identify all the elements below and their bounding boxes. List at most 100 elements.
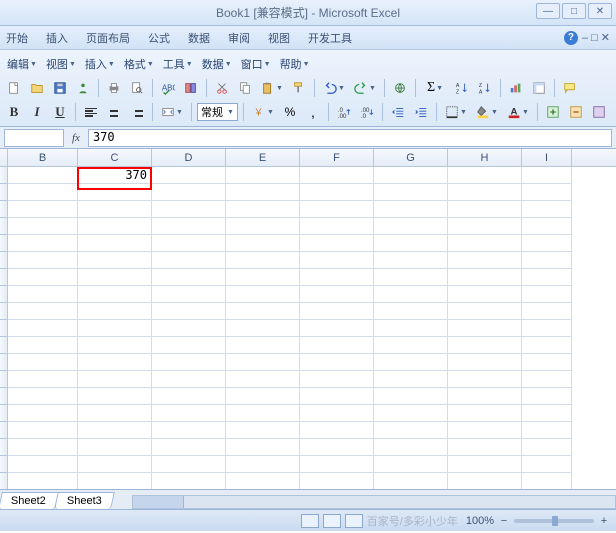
cell[interactable] <box>78 371 152 388</box>
cell[interactable] <box>78 337 152 354</box>
menu-edit[interactable]: 编辑▼ <box>4 56 40 72</box>
cell[interactable] <box>448 218 522 235</box>
font-color-icon[interactable]: A▼ <box>504 102 532 122</box>
minimize-button[interactable]: — <box>536 3 560 19</box>
cell[interactable] <box>300 235 374 252</box>
cell[interactable] <box>522 371 572 388</box>
cell[interactable] <box>374 218 448 235</box>
hyperlink-icon[interactable] <box>390 78 410 98</box>
cell[interactable] <box>522 439 572 456</box>
cell[interactable] <box>300 456 374 473</box>
cell[interactable] <box>522 286 572 303</box>
cell[interactable] <box>522 201 572 218</box>
spell-icon[interactable]: ABC <box>158 78 178 98</box>
comments-icon[interactable] <box>560 78 580 98</box>
cell[interactable] <box>78 184 152 201</box>
cell[interactable] <box>152 303 226 320</box>
cell[interactable] <box>152 456 226 473</box>
cell[interactable] <box>522 473 572 489</box>
cell[interactable] <box>8 235 78 252</box>
indent-inc-icon[interactable] <box>411 102 431 122</box>
cut-icon[interactable] <box>212 78 232 98</box>
indent-dec-icon[interactable] <box>388 102 408 122</box>
cell[interactable] <box>78 473 152 489</box>
tab-data[interactable]: 数据 <box>188 30 210 46</box>
cell[interactable] <box>374 473 448 489</box>
col-header-B[interactable]: B <box>8 149 78 166</box>
cell[interactable] <box>374 439 448 456</box>
tab-developer[interactable]: 开发工具 <box>308 30 352 46</box>
cell[interactable] <box>300 422 374 439</box>
cell[interactable] <box>152 371 226 388</box>
cell[interactable] <box>78 405 152 422</box>
cell[interactable] <box>78 252 152 269</box>
cell[interactable] <box>8 473 78 489</box>
cell[interactable] <box>448 337 522 354</box>
permission-icon[interactable] <box>73 78 93 98</box>
new-icon[interactable] <box>4 78 24 98</box>
italic-button[interactable]: I <box>27 102 47 122</box>
cell[interactable] <box>448 184 522 201</box>
cell[interactable] <box>300 286 374 303</box>
cell[interactable] <box>152 286 226 303</box>
cell[interactable] <box>78 422 152 439</box>
menu-insert[interactable]: 插入▼ <box>82 56 118 72</box>
cell[interactable] <box>448 439 522 456</box>
cell[interactable] <box>374 354 448 371</box>
cell[interactable] <box>8 286 78 303</box>
sort-asc-icon[interactable]: AZ <box>452 78 472 98</box>
col-header-I[interactable]: I <box>522 149 572 166</box>
cell[interactable] <box>448 286 522 303</box>
format-cells-icon[interactable] <box>589 102 609 122</box>
cell[interactable] <box>226 269 300 286</box>
menu-window[interactable]: 窗口▼ <box>238 56 274 72</box>
cell[interactable] <box>78 201 152 218</box>
cell[interactable] <box>374 303 448 320</box>
merge-button[interactable]: ▼ <box>158 102 186 122</box>
cell[interactable] <box>300 167 374 184</box>
cell[interactable] <box>226 388 300 405</box>
cell[interactable] <box>8 337 78 354</box>
align-right-button[interactable] <box>127 102 147 122</box>
cell[interactable] <box>448 354 522 371</box>
menu-format[interactable]: 格式▼ <box>121 56 157 72</box>
cell[interactable] <box>374 235 448 252</box>
print-icon[interactable] <box>104 78 124 98</box>
cell[interactable] <box>374 286 448 303</box>
cell[interactable] <box>226 371 300 388</box>
cell[interactable] <box>8 218 78 235</box>
align-center-button[interactable] <box>104 102 124 122</box>
cell[interactable] <box>374 405 448 422</box>
cell[interactable] <box>226 167 300 184</box>
sheet-tab-3[interactable]: Sheet3 <box>54 492 114 509</box>
col-header-H[interactable]: H <box>448 149 522 166</box>
preview-icon[interactable] <box>127 78 147 98</box>
cell[interactable] <box>448 201 522 218</box>
cell[interactable] <box>300 269 374 286</box>
view-pagelayout-icon[interactable] <box>323 514 341 528</box>
cell[interactable] <box>8 184 78 201</box>
zoom-slider[interactable] <box>514 519 594 523</box>
name-box[interactable] <box>4 129 64 147</box>
pivot-icon[interactable] <box>529 78 549 98</box>
cell[interactable] <box>226 235 300 252</box>
cell[interactable] <box>8 167 78 184</box>
cell[interactable] <box>8 252 78 269</box>
tab-pagelayout[interactable]: 页面布局 <box>86 30 130 46</box>
cell[interactable] <box>226 184 300 201</box>
cell[interactable] <box>226 439 300 456</box>
underline-button[interactable]: U <box>50 102 70 122</box>
delete-cells-icon[interactable] <box>566 102 586 122</box>
menu-tools[interactable]: 工具▼ <box>160 56 196 72</box>
cell[interactable] <box>374 201 448 218</box>
window-controls-2[interactable]: – □ ✕ <box>582 31 610 45</box>
cell[interactable] <box>374 269 448 286</box>
cell[interactable] <box>522 456 572 473</box>
cell[interactable] <box>522 235 572 252</box>
view-pagebreak-icon[interactable] <box>345 514 363 528</box>
cell[interactable] <box>226 218 300 235</box>
cell[interactable] <box>522 303 572 320</box>
cell[interactable] <box>8 405 78 422</box>
copy-icon[interactable] <box>235 78 255 98</box>
cell[interactable] <box>152 337 226 354</box>
